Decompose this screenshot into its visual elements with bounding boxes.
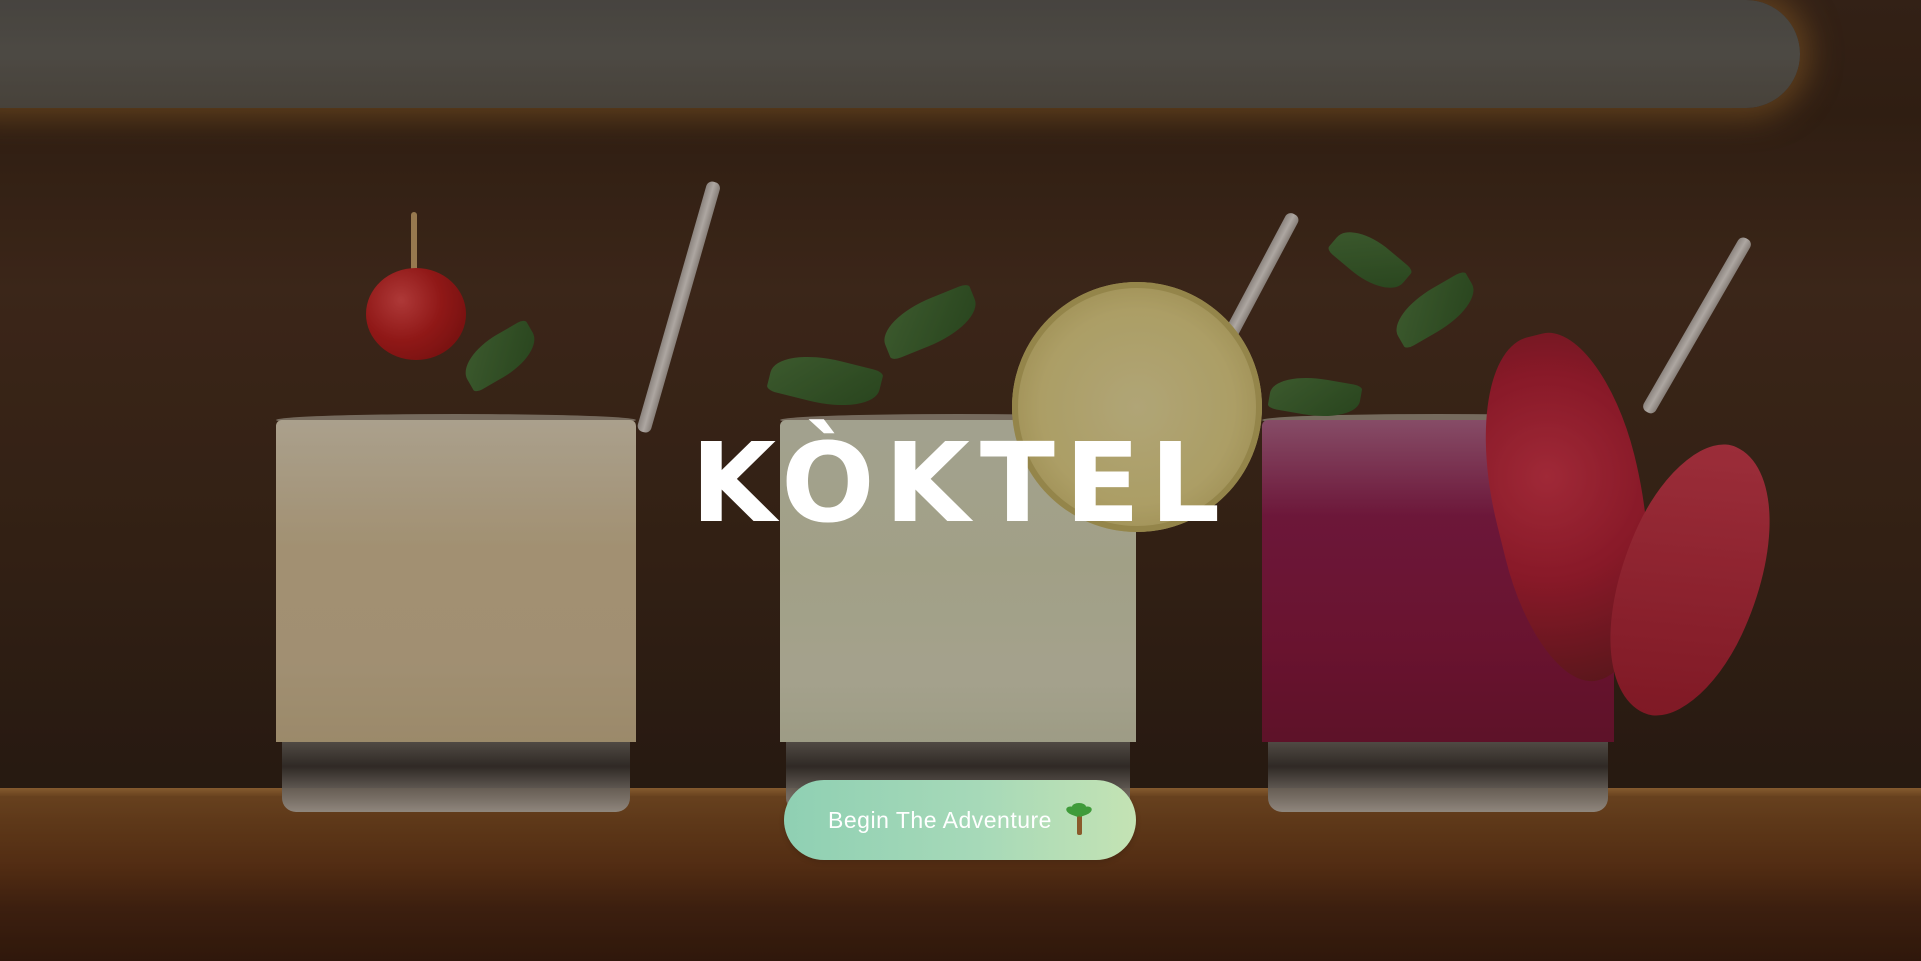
cta-label: Begin The Adventure xyxy=(828,806,1052,833)
palm-tree-icon xyxy=(1065,803,1093,835)
site-title: KÒKTEL xyxy=(690,419,1231,547)
hero-section: KÒKTEL Begin The Adventure xyxy=(0,0,1921,961)
begin-adventure-button[interactable]: Begin The Adventure xyxy=(784,780,1136,860)
